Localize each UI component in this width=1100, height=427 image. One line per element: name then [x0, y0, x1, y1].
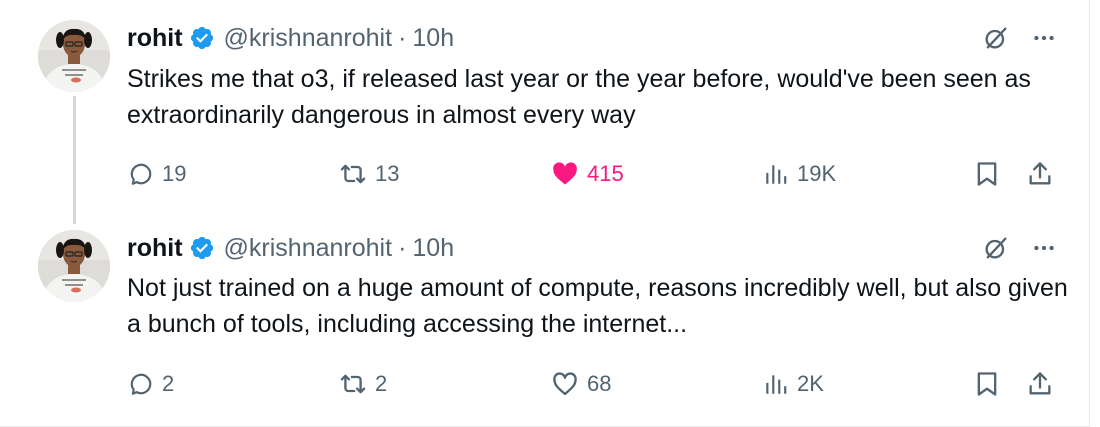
reply-icon — [128, 161, 154, 187]
retweet-icon — [339, 370, 367, 398]
reply-button[interactable]: 2 — [128, 364, 174, 404]
tweet-text: Not just trained on a huge amount of com… — [127, 274, 1068, 338]
share-icon — [1026, 370, 1054, 398]
bookmark-button[interactable] — [973, 364, 1001, 404]
bookmark-icon — [973, 160, 1001, 188]
verified-badge-icon — [189, 235, 215, 261]
tweet-actions: 2 2 68 2K — [0, 364, 1090, 404]
retweet-count: 2 — [375, 371, 388, 396]
retweet-count: 13 — [375, 161, 400, 186]
views-count: 2K — [797, 371, 824, 396]
retweet-button[interactable]: 13 — [339, 154, 399, 194]
reply-count: 2 — [162, 371, 175, 396]
reply-count: 19 — [162, 161, 187, 186]
grok-icon[interactable] — [980, 232, 1012, 264]
more-icon[interactable] — [1028, 22, 1060, 54]
views-button[interactable]: 2K — [763, 364, 824, 404]
reply-icon — [128, 371, 154, 397]
separator-dot: · — [398, 233, 407, 262]
heart-icon — [551, 370, 579, 398]
retweet-button[interactable]: 2 — [339, 364, 387, 404]
verified-badge-icon — [189, 25, 215, 51]
retweet-icon — [339, 160, 367, 188]
tweet-header: rohit @krishnanrohit · 10h — [127, 230, 454, 266]
author-handle[interactable]: @krishnanrohit — [224, 234, 393, 263]
bookmark-button[interactable] — [973, 154, 1001, 194]
bookmark-icon — [973, 370, 1001, 398]
display-name[interactable]: rohit — [127, 24, 183, 53]
share-button[interactable] — [1026, 154, 1054, 194]
like-button[interactable]: 415 — [551, 154, 624, 194]
like-button[interactable]: 68 — [551, 364, 611, 404]
tweet[interactable]: rohit @krishnanrohit · 10h Strikes me th… — [0, 0, 1090, 212]
avatar[interactable] — [38, 20, 110, 92]
like-count: 68 — [587, 371, 612, 396]
avatar[interactable] — [38, 230, 110, 302]
timestamp[interactable]: 10h — [412, 234, 454, 263]
share-icon — [1026, 160, 1054, 188]
like-count: 415 — [587, 161, 624, 186]
thread-container: rohit @krishnanrohit · 10h Strikes me th… — [0, 0, 1090, 427]
timestamp[interactable]: 10h — [412, 24, 454, 53]
display-name[interactable]: rohit — [127, 234, 183, 263]
tweet-text: Strikes me that o3, if released last yea… — [127, 65, 1031, 129]
heart-icon — [551, 160, 579, 188]
views-button[interactable]: 19K — [763, 154, 836, 194]
tweet[interactable]: rohit @krishnanrohit · 10h Not just trai… — [0, 212, 1090, 427]
views-icon — [763, 161, 789, 187]
reply-button[interactable]: 19 — [128, 154, 186, 194]
grok-icon[interactable] — [980, 22, 1012, 54]
share-button[interactable] — [1026, 364, 1054, 404]
tweet-header: rohit @krishnanrohit · 10h — [127, 20, 454, 56]
more-icon[interactable] — [1028, 232, 1060, 264]
views-count: 19K — [797, 161, 837, 186]
views-icon — [763, 371, 789, 397]
tweet-actions: 19 13 415 19K — [0, 154, 1090, 194]
separator-dot: · — [398, 23, 407, 52]
author-handle[interactable]: @krishnanrohit — [224, 24, 393, 53]
